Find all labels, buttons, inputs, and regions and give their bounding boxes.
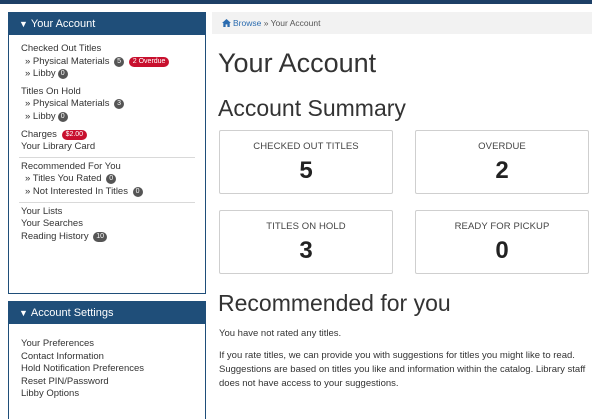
- titles-you-rated-count-badge: 0: [106, 174, 117, 185]
- your-searches-link[interactable]: Your Searches: [21, 218, 205, 231]
- recommended-for-you-link[interactable]: Recommended For You: [21, 161, 205, 174]
- physical-materials-item[interactable]: » Physical Materials 5 2 Overdue: [21, 56, 205, 69]
- hold-physical-materials-item[interactable]: » Physical Materials 3: [21, 98, 205, 111]
- physical-materials-count-badge: 5: [114, 56, 125, 67]
- card-label: READY FOR PICKUP: [454, 221, 550, 232]
- titles-on-hold-card[interactable]: TITLES ON HOLD 3: [219, 210, 393, 274]
- account-panel: ▼ Your Account Checked Out Titles » Physi…: [8, 12, 206, 294]
- account-summary-heading: Account Summary: [218, 95, 406, 121]
- titles-on-hold-link[interactable]: Titles On Hold: [21, 86, 205, 99]
- menu-divider: [19, 201, 195, 203]
- titles-you-rated-label: » Titles You Rated: [25, 173, 102, 185]
- overdue-badge: 2 Overdue: [128, 56, 170, 67]
- card-value: 2: [495, 157, 509, 184]
- recommended-heading: Recommended for you: [218, 290, 451, 316]
- checked-out-titles-link[interactable]: Checked Out Titles: [21, 43, 205, 56]
- settings-panel-header[interactable]: ▼ Account Settings: [9, 302, 205, 324]
- rating-info-text: If you rate titles, we can provide you w…: [219, 350, 586, 389]
- hold-libby-label: » Libby: [25, 110, 56, 122]
- hold-physical-count-badge: 3: [114, 99, 125, 110]
- hold-physical-materials-label: » Physical Materials: [25, 98, 110, 110]
- card-label: CHECKED OUT TITLES: [253, 141, 359, 152]
- top-bar: [0, 0, 592, 4]
- libby-item[interactable]: » Libby 0: [21, 68, 205, 81]
- account-panel-header[interactable]: ▼ Your Account: [9, 13, 205, 35]
- ready-for-pickup-card[interactable]: READY FOR PICKUP 0: [415, 210, 589, 274]
- chevron-down-icon: ▼: [19, 19, 28, 29]
- reading-history-label: Reading History: [21, 230, 89, 242]
- breadcrumb: Browse » Your Account: [212, 12, 592, 34]
- checked-out-titles-card[interactable]: CHECKED OUT TITLES 5: [219, 130, 393, 194]
- not-interested-label: » Not Interested In Titles: [25, 185, 128, 197]
- settings-panel: ▼ Account Settings Your Preferences Conta…: [8, 301, 206, 419]
- card-label: OVERDUE: [478, 141, 526, 152]
- page-title: Your Account: [218, 48, 377, 78]
- card-value: 3: [299, 237, 313, 264]
- charges-item[interactable]: Charges $2.00: [21, 129, 205, 142]
- titles-you-rated-item[interactable]: » Titles You Rated 0: [21, 173, 205, 186]
- card-value: 5: [299, 157, 313, 184]
- hold-libby-count-badge: 0: [57, 111, 68, 122]
- settings-panel-title: Account Settings: [30, 307, 114, 319]
- hold-libby-item[interactable]: » Libby 0: [21, 111, 205, 124]
- charges-label: Charges: [21, 128, 57, 140]
- not-rated-message: You have not rated any titles.: [219, 328, 342, 339]
- account-menu: Checked Out Titles » Physical Materials …: [9, 35, 205, 243]
- card-value: 0: [495, 237, 509, 264]
- account-panel-title: Your Account: [30, 18, 96, 30]
- libby-count-badge: 0: [57, 69, 68, 80]
- libby-label: » Libby: [25, 68, 56, 80]
- library-card-link[interactable]: Your Library Card: [21, 141, 205, 154]
- charges-amount-badge: $2.00: [61, 129, 88, 140]
- your-lists-link[interactable]: Your Lists: [21, 206, 205, 219]
- libby-options-link[interactable]: Libby Options: [21, 388, 205, 401]
- physical-materials-label: » Physical Materials: [25, 55, 110, 67]
- home-icon: [222, 19, 231, 27]
- breadcrumb-home-label: Browse: [233, 18, 262, 28]
- breadcrumb-home-link[interactable]: Browse: [222, 18, 264, 28]
- menu-divider: [19, 156, 195, 158]
- not-interested-item[interactable]: » Not Interested In Titles 0: [21, 186, 205, 199]
- not-interested-count-badge: 0: [132, 186, 143, 197]
- hold-notification-preferences-link[interactable]: Hold Notification Preferences: [21, 363, 205, 376]
- settings-menu: Your Preferences Contact Information Hol…: [9, 324, 205, 401]
- breadcrumb-current: » Your Account: [263, 18, 321, 28]
- overdue-card[interactable]: OVERDUE 2: [415, 130, 589, 194]
- contact-information-link[interactable]: Contact Information: [21, 351, 205, 364]
- preferences-link[interactable]: Your Preferences: [21, 338, 205, 351]
- reset-pin-link[interactable]: Reset PIN/Password: [21, 376, 205, 389]
- card-label: TITLES ON HOLD: [266, 221, 346, 232]
- reading-history-count-badge: 10: [93, 231, 108, 242]
- chevron-down-icon: ▼: [19, 308, 28, 318]
- reading-history-item[interactable]: Reading History 10: [21, 231, 205, 244]
